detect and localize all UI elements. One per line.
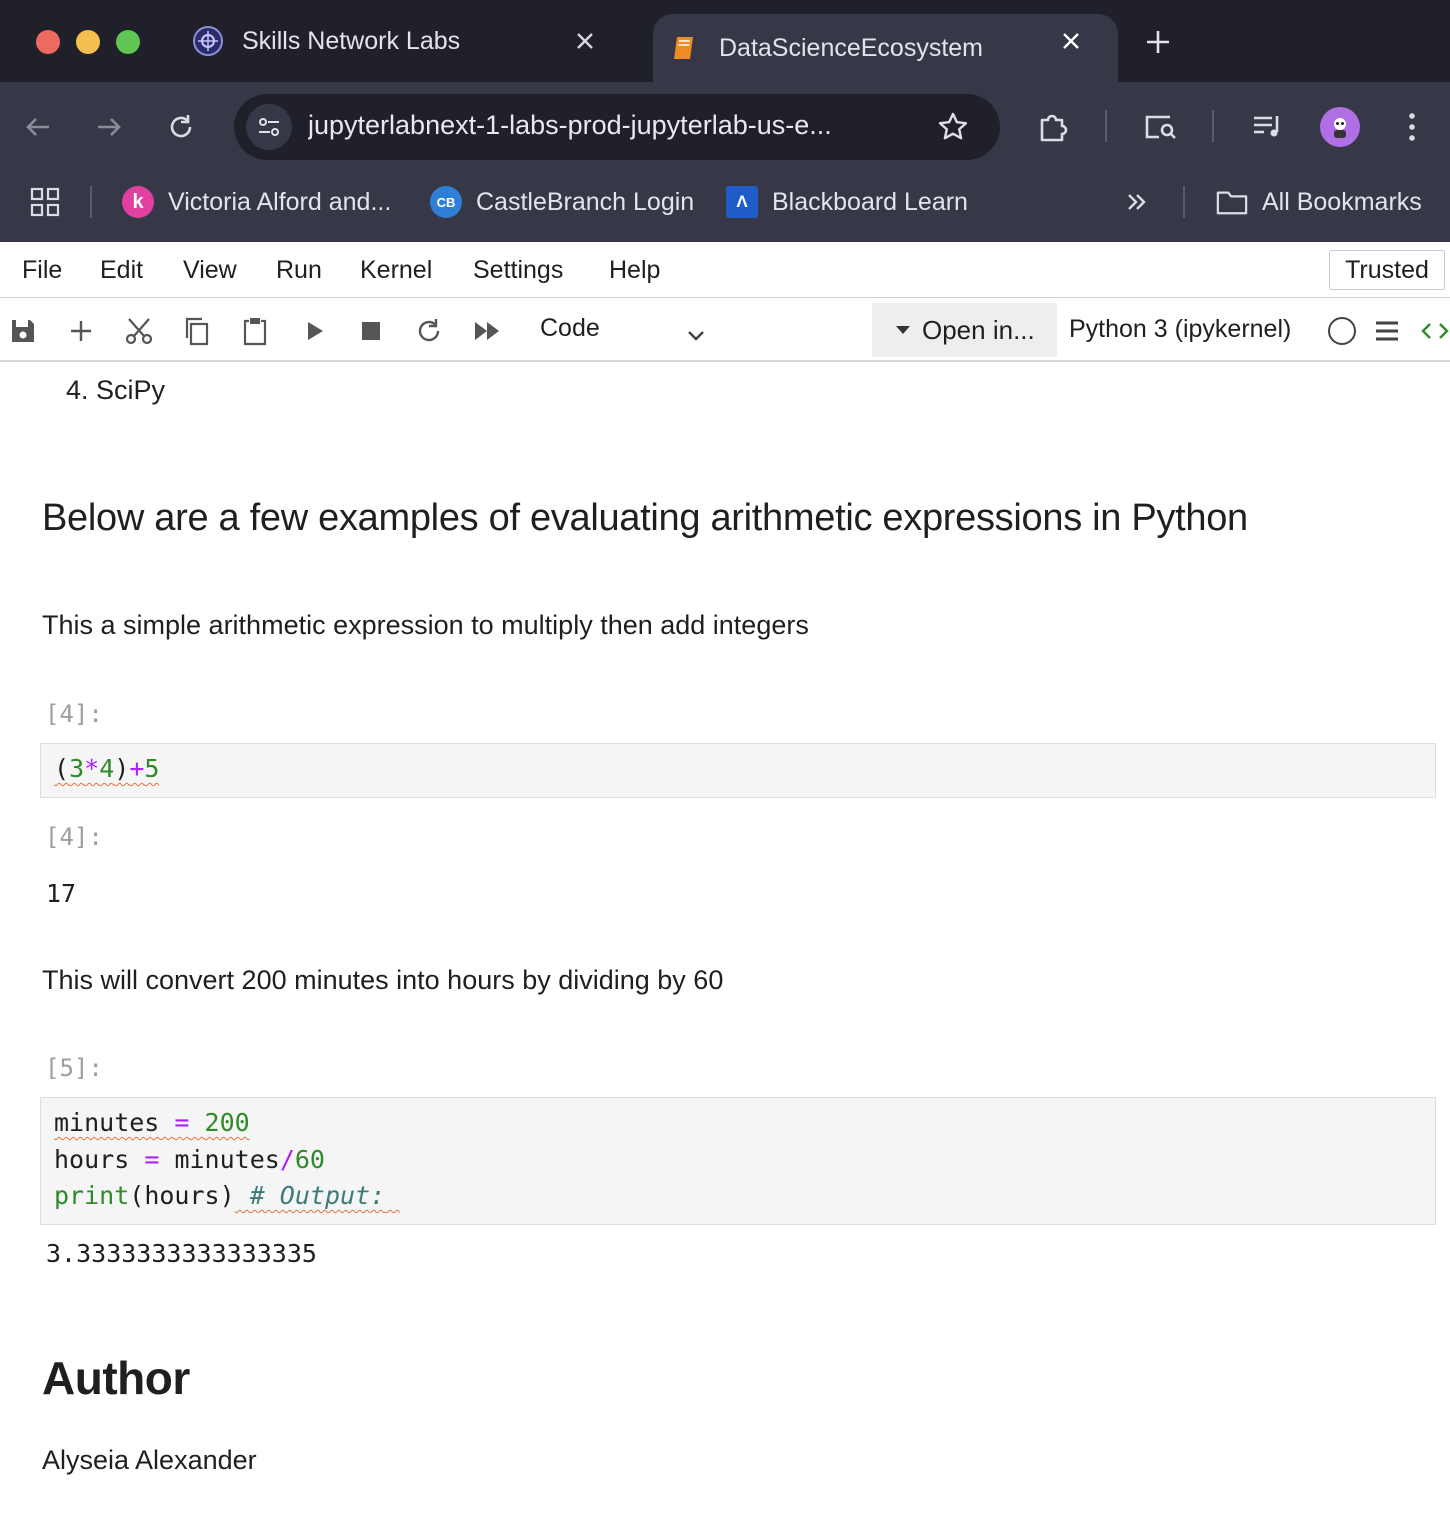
more-menu-icon[interactable] bbox=[1389, 104, 1435, 150]
open-in-dropdown[interactable]: Open in... bbox=[872, 303, 1057, 357]
stop-kernel-icon[interactable] bbox=[351, 311, 391, 351]
media-controls-icon[interactable] bbox=[1245, 104, 1291, 150]
skills-network-icon bbox=[192, 25, 224, 57]
menu-view[interactable]: View bbox=[183, 256, 237, 285]
address-bar[interactable]: jupyterlabnext-1-labs-prod-jupyterlab-us… bbox=[234, 94, 1000, 160]
code-line[interactable]: minutes = 200 bbox=[54, 1108, 250, 1137]
window-close-button[interactable] bbox=[36, 30, 60, 54]
list-item: 4. SciPy bbox=[66, 375, 166, 405]
author-heading: Author bbox=[42, 1352, 190, 1404]
tab-title: DataScienceEcosystem bbox=[719, 33, 984, 62]
cut-icon[interactable] bbox=[119, 311, 159, 351]
restart-kernel-icon[interactable] bbox=[409, 311, 449, 351]
bookmark-label: Blackboard Learn bbox=[772, 187, 968, 216]
trusted-indicator[interactable]: Trusted bbox=[1329, 250, 1445, 290]
author-name: Alyseia Alexander bbox=[42, 1445, 257, 1475]
window-minimize-button[interactable] bbox=[76, 30, 100, 54]
browser-tab-strip: Skills Network Labs DataScienceEcosystem bbox=[0, 0, 1450, 82]
all-bookmarks-folder[interactable]: All Bookmarks bbox=[1216, 172, 1422, 232]
browser-tab-skills-network[interactable]: Skills Network Labs bbox=[192, 0, 632, 82]
apps-grid-icon[interactable] bbox=[30, 172, 60, 232]
kernel-name[interactable]: Python 3 (ipykernel) bbox=[1069, 315, 1291, 344]
menu-settings[interactable]: Settings bbox=[473, 256, 563, 285]
input-prompt: [5]: bbox=[45, 1054, 103, 1082]
kernel-status-circle-icon bbox=[1328, 317, 1356, 345]
close-icon[interactable] bbox=[568, 24, 602, 58]
new-tab-button[interactable] bbox=[1140, 24, 1176, 60]
menu-run[interactable]: Run bbox=[276, 256, 322, 285]
bookmark-label: Victoria Alford and... bbox=[168, 187, 392, 216]
chevron-down-icon[interactable] bbox=[684, 323, 708, 347]
caret-down-icon bbox=[896, 326, 910, 334]
toolbar-divider bbox=[1212, 110, 1214, 142]
cell-type-select[interactable]: Code bbox=[540, 314, 600, 343]
cell-output: 3.3333333333333335 bbox=[46, 1239, 317, 1268]
browser-nav-bar: jupyterlabnext-1-labs-prod-jupyterlab-us… bbox=[0, 82, 1450, 172]
bookmarks-divider bbox=[1183, 186, 1185, 218]
copy-icon[interactable] bbox=[177, 311, 217, 351]
bookmarks-divider bbox=[90, 186, 92, 218]
toolbar-divider bbox=[1105, 110, 1107, 142]
input-prompt: [4]: bbox=[45, 700, 103, 728]
k-logo-icon: k bbox=[122, 186, 154, 218]
code-line[interactable]: print(hours) # Output: bbox=[54, 1181, 400, 1210]
menu-kernel[interactable]: Kernel bbox=[360, 256, 432, 285]
bookmark-star-icon[interactable] bbox=[934, 108, 972, 146]
cell-output: 17 bbox=[46, 879, 77, 908]
menu-lines-icon[interactable] bbox=[1367, 311, 1407, 351]
add-cell-icon[interactable] bbox=[61, 311, 101, 351]
extensions-puzzle-icon[interactable] bbox=[1030, 104, 1076, 150]
notebook-book-icon bbox=[669, 32, 701, 64]
open-in-label: Open in... bbox=[922, 314, 1035, 345]
blackboard-icon: Λ bbox=[726, 186, 758, 218]
site-settings-icon[interactable] bbox=[246, 104, 292, 150]
menu-file[interactable]: File bbox=[22, 256, 62, 285]
search-tabs-icon[interactable] bbox=[1137, 104, 1183, 150]
browser-tab-datascience[interactable]: DataScienceEcosystem bbox=[653, 14, 1118, 82]
code-cell-editor[interactable]: minutes = 200 hours = minutes/60 print(h… bbox=[40, 1097, 1436, 1225]
reload-icon[interactable] bbox=[158, 104, 204, 150]
run-cell-icon[interactable] bbox=[294, 311, 334, 351]
url-text[interactable]: jupyterlabnext-1-labs-prod-jupyterlab-us… bbox=[308, 110, 908, 141]
folder-icon bbox=[1216, 186, 1248, 218]
code-line[interactable]: (3*4)+5 bbox=[54, 754, 159, 783]
markdown-paragraph: This a simple arithmetic expression to m… bbox=[42, 610, 809, 640]
bookmark-victoria-alford[interactable]: k Victoria Alford and... bbox=[122, 172, 391, 232]
bookmark-blackboard[interactable]: Λ Blackboard Learn bbox=[726, 172, 968, 232]
section-heading: Below are a few examples of evaluating a… bbox=[42, 497, 1248, 539]
all-bookmarks-label: All Bookmarks bbox=[1262, 187, 1422, 216]
code-cell-editor[interactable]: (3*4)+5 bbox=[40, 743, 1436, 798]
notebook-content: 4. SciPy Below are a few examples of eva… bbox=[0, 363, 1450, 1514]
profile-avatar-icon[interactable] bbox=[1320, 107, 1360, 147]
output-prompt: [4]: bbox=[45, 823, 103, 851]
save-icon[interactable] bbox=[3, 311, 43, 351]
menu-help[interactable]: Help bbox=[609, 256, 660, 285]
restart-run-all-icon[interactable] bbox=[467, 311, 507, 351]
tab-title: Skills Network Labs bbox=[242, 26, 461, 55]
window-zoom-button[interactable] bbox=[116, 30, 140, 54]
code-brackets-icon[interactable] bbox=[1415, 311, 1450, 351]
bookmarks-overflow-icon[interactable] bbox=[1124, 172, 1150, 232]
code-line[interactable]: hours = minutes/60 bbox=[54, 1145, 325, 1174]
forward-arrow-icon[interactable] bbox=[86, 104, 132, 150]
bookmarks-bar: k Victoria Alford and... CB CastleBranch… bbox=[0, 172, 1450, 242]
paste-icon[interactable] bbox=[235, 311, 275, 351]
close-icon[interactable] bbox=[1054, 24, 1088, 58]
jupyter-menu-bar: File Edit View Run Kernel Settings Help … bbox=[0, 242, 1450, 298]
menu-edit[interactable]: Edit bbox=[100, 256, 143, 285]
markdown-paragraph: This will convert 200 minutes into hours… bbox=[42, 965, 724, 995]
back-arrow-icon[interactable] bbox=[15, 104, 61, 150]
notebook-toolbar: Code Open in... Python 3 (ipykernel) bbox=[0, 299, 1450, 362]
bookmark-castlebranch[interactable]: CB CastleBranch Login bbox=[430, 172, 694, 232]
cb-logo-icon: CB bbox=[430, 186, 462, 218]
bookmark-label: CastleBranch Login bbox=[476, 187, 695, 216]
